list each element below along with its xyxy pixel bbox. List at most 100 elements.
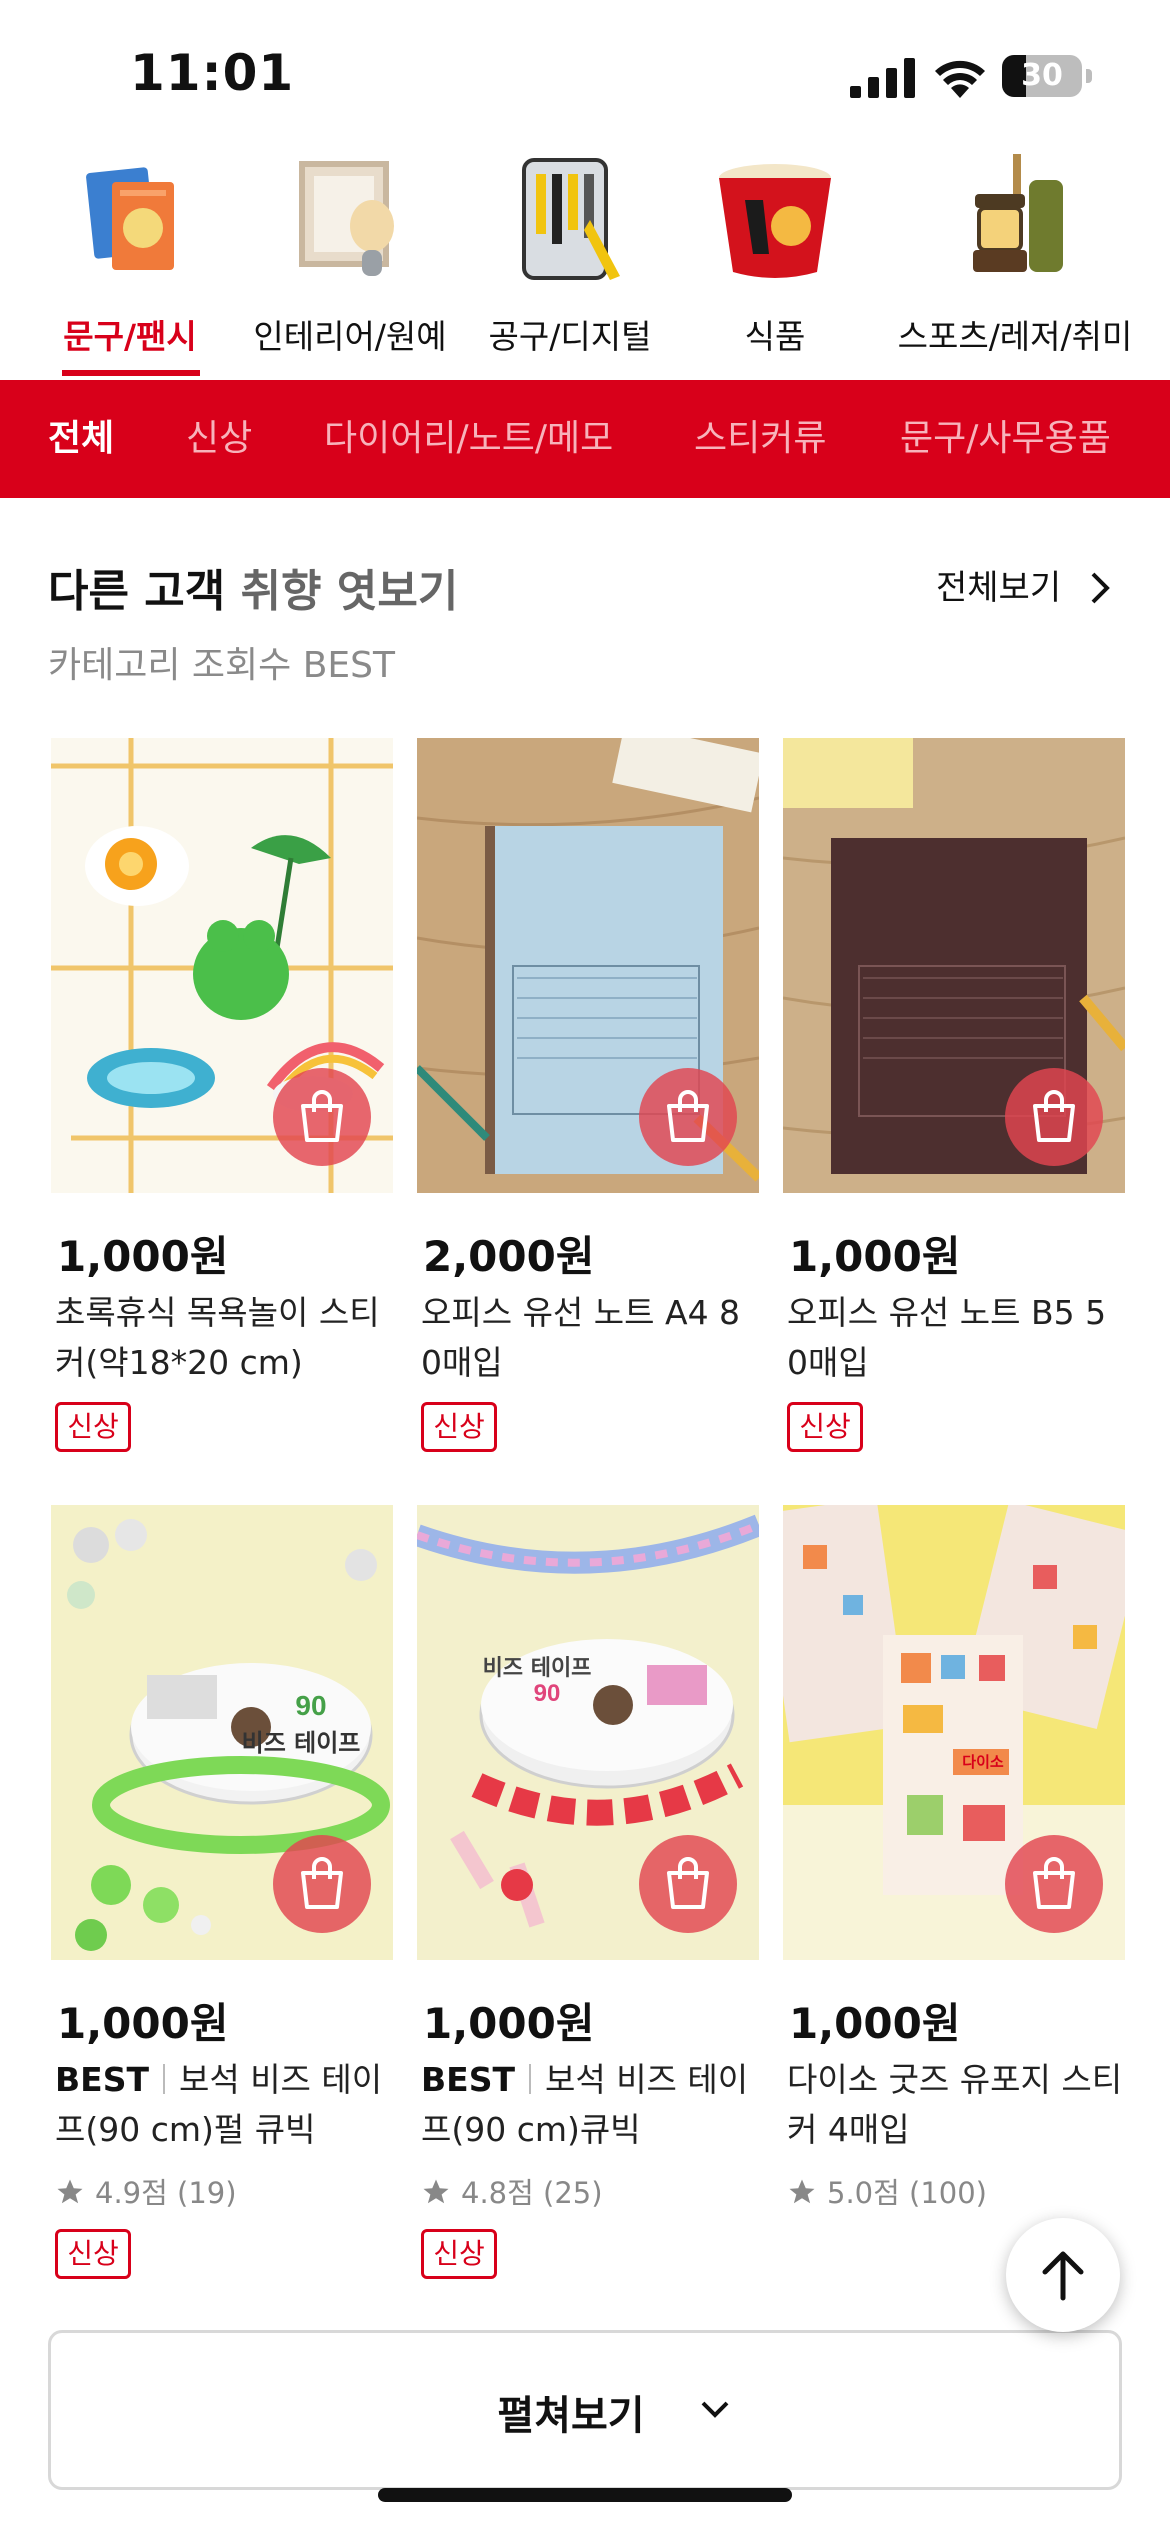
sub-category-tabs: 전체 신상 다이어리/노트/메모 스티커류 문구/사무용품 xyxy=(0,380,1170,498)
tool-kit-icon xyxy=(522,158,620,280)
product-card[interactable]: 90 비즈 테이프 1,000원 BEST 보석 비즈 테이프(90 cm)펄 큐… xyxy=(51,1505,393,2285)
shopping-bag-icon xyxy=(667,1857,709,1909)
product-image[interactable]: 다이소 xyxy=(783,1505,1125,1960)
product-price: 1,000원 xyxy=(789,1232,961,1281)
camping-lantern-icon xyxy=(973,154,1063,272)
battery-icon: 30 xyxy=(1002,55,1092,97)
rating-text: 4.8점 (25) xyxy=(461,2176,603,2210)
shopping-bag-icon xyxy=(301,1090,343,1142)
best-badge: BEST xyxy=(421,2060,515,2099)
category-label: 공구/디지털 xyxy=(488,317,652,356)
category-label: 식품 xyxy=(744,317,806,356)
product-name[interactable]: 다이소 굿즈 유포지 스티커 4매입 xyxy=(787,2055,1127,2155)
product-label-number: 90 xyxy=(295,1690,326,1721)
product-name[interactable]: BEST 보석 비즈 테이프(90 cm)큐빅 xyxy=(421,2055,761,2155)
view-all-link[interactable]: 전체보기 xyxy=(936,560,1061,609)
frame-lamp-icon xyxy=(299,161,394,276)
app-screen: 11:01 30 문구/팬시 인테리어/원예 공구/디지털 식품 스포츠/레저/… xyxy=(0,0,1170,2532)
product-card[interactable]: 1,000원 오피스 유선 노트 B5 50매입 신상 xyxy=(783,738,1125,1458)
product-card[interactable]: 비즈 테이프 90 1,000원 BEST 보석 비즈 테이프(90 cm)큐빅 … xyxy=(417,1505,759,2285)
add-to-cart-button[interactable] xyxy=(1005,1068,1103,1166)
section-title-main: 다른 고객 xyxy=(48,566,226,617)
product-image[interactable] xyxy=(783,738,1125,1193)
add-to-cart-button[interactable] xyxy=(273,1068,371,1166)
shopping-bag-icon xyxy=(1033,1090,1075,1142)
tab-stickers[interactable]: 스티커류 xyxy=(694,380,826,498)
noodle-cup-icon xyxy=(719,164,831,278)
product-card[interactable]: 다이소 1,000원 다이소 굿즈 유포지 스티커 4매입 5.0점 (100) xyxy=(783,1505,1125,2225)
product-card[interactable]: 2,000원 오피스 유선 노트 A4 80매입 신상 xyxy=(417,738,759,1458)
product-price: 2,000원 xyxy=(423,1232,595,1281)
product-name[interactable]: 오피스 유선 노트 A4 80매입 xyxy=(421,1288,761,1388)
product-image[interactable] xyxy=(417,738,759,1193)
category-sports[interactable]: 스포츠/레저/취미 xyxy=(895,150,1135,380)
product-card[interactable]: 1,000원 초록휴식 목욕놀이 스티커(약18*20 cm) 신상 xyxy=(51,738,393,1458)
scroll-to-top-button[interactable] xyxy=(1006,2218,1120,2332)
divider xyxy=(162,2064,165,2094)
product-label-text: 다이소 xyxy=(962,1753,1004,1771)
arrow-up-icon xyxy=(1042,2251,1084,2301)
rating-text: 5.0점 (100) xyxy=(827,2176,987,2210)
home-indicator xyxy=(378,2488,792,2502)
expand-label: 펼쳐보기 xyxy=(497,2393,645,2439)
add-to-cart-button[interactable] xyxy=(639,1835,737,1933)
add-to-cart-button[interactable] xyxy=(639,1068,737,1166)
product-image[interactable] xyxy=(51,738,393,1193)
new-badge: 신상 xyxy=(55,2229,131,2279)
category-interior[interactable]: 인테리어/원예 xyxy=(235,150,465,380)
battery-level: 30 xyxy=(1021,58,1063,93)
product-image[interactable]: 비즈 테이프 90 xyxy=(417,1505,759,1960)
category-label: 인테리어/원예 xyxy=(253,317,447,356)
product-name[interactable]: 초록휴식 목욕놀이 스티커(약18*20 cm) xyxy=(55,1288,395,1388)
product-price: 1,000원 xyxy=(57,1232,229,1281)
rating-text: 4.9점 (19) xyxy=(95,2176,237,2210)
tab-new[interactable]: 신상 xyxy=(186,380,252,498)
shopping-bag-icon xyxy=(301,1857,343,1909)
product-label-number: 90 xyxy=(534,1680,561,1707)
status-bar: 11:01 30 xyxy=(0,0,1170,150)
product-label-text: 비즈 테이프 xyxy=(483,1656,592,1681)
product-rating: 5.0점 (100) xyxy=(787,2170,987,2212)
product-price: 1,000원 xyxy=(423,1999,595,2048)
tab-office-supplies[interactable]: 문구/사무용품 xyxy=(900,380,1111,498)
active-category-indicator xyxy=(62,370,200,376)
shopping-bag-icon xyxy=(1033,1857,1075,1909)
best-badge: BEST xyxy=(55,2060,149,2099)
product-label-text: 비즈 테이프 xyxy=(242,1729,361,1757)
new-badge: 신상 xyxy=(421,2229,497,2279)
add-to-cart-button[interactable] xyxy=(1005,1835,1103,1933)
shopping-bag-icon xyxy=(667,1090,709,1142)
category-nav: 문구/팬시 인테리어/원예 공구/디지털 식품 스포츠/레저/취미 xyxy=(0,150,1170,380)
chevron-down-icon xyxy=(701,2401,729,2418)
product-name[interactable]: 오피스 유선 노트 B5 50매입 xyxy=(787,1288,1127,1388)
product-price: 1,000원 xyxy=(789,1999,961,2048)
status-time: 11:01 xyxy=(130,44,295,102)
product-rating: 4.9점 (19) xyxy=(55,2170,237,2212)
section-title-accent: 취향 엿보기 xyxy=(240,566,459,617)
category-tools[interactable]: 공구/디지털 xyxy=(455,150,685,380)
expand-button[interactable]: 펼쳐보기 xyxy=(48,2330,1122,2490)
category-label: 스포츠/레저/취미 xyxy=(897,317,1133,356)
section-subtitle: 카테고리 조회수 BEST xyxy=(48,645,396,686)
wifi-icon xyxy=(935,60,985,98)
section-title: 다른 고객 취향 엿보기 xyxy=(48,555,458,619)
add-to-cart-button[interactable] xyxy=(273,1835,371,1933)
product-rating: 4.8점 (25) xyxy=(421,2170,603,2212)
tab-diary-note-memo[interactable]: 다이어리/노트/메모 xyxy=(324,380,613,498)
category-label: 문구/팬시 xyxy=(63,317,197,356)
product-image[interactable]: 90 비즈 테이프 xyxy=(51,1505,393,1960)
divider xyxy=(528,2064,531,2094)
category-stationery[interactable]: 문구/팬시 xyxy=(15,150,245,380)
new-badge: 신상 xyxy=(55,1402,131,1452)
star-icon xyxy=(423,2179,449,2204)
cellular-signal-icon xyxy=(850,58,915,98)
category-food[interactable]: 식품 xyxy=(660,150,890,380)
star-icon xyxy=(57,2179,83,2204)
star-icon xyxy=(789,2179,815,2204)
product-price: 1,000원 xyxy=(57,1999,229,2048)
chevron-right-icon[interactable] xyxy=(1088,570,1112,606)
tab-all[interactable]: 전체 xyxy=(48,380,114,498)
new-badge: 신상 xyxy=(787,1402,863,1452)
product-name[interactable]: BEST 보석 비즈 테이프(90 cm)펄 큐빅 xyxy=(55,2055,395,2155)
new-badge: 신상 xyxy=(421,1402,497,1452)
